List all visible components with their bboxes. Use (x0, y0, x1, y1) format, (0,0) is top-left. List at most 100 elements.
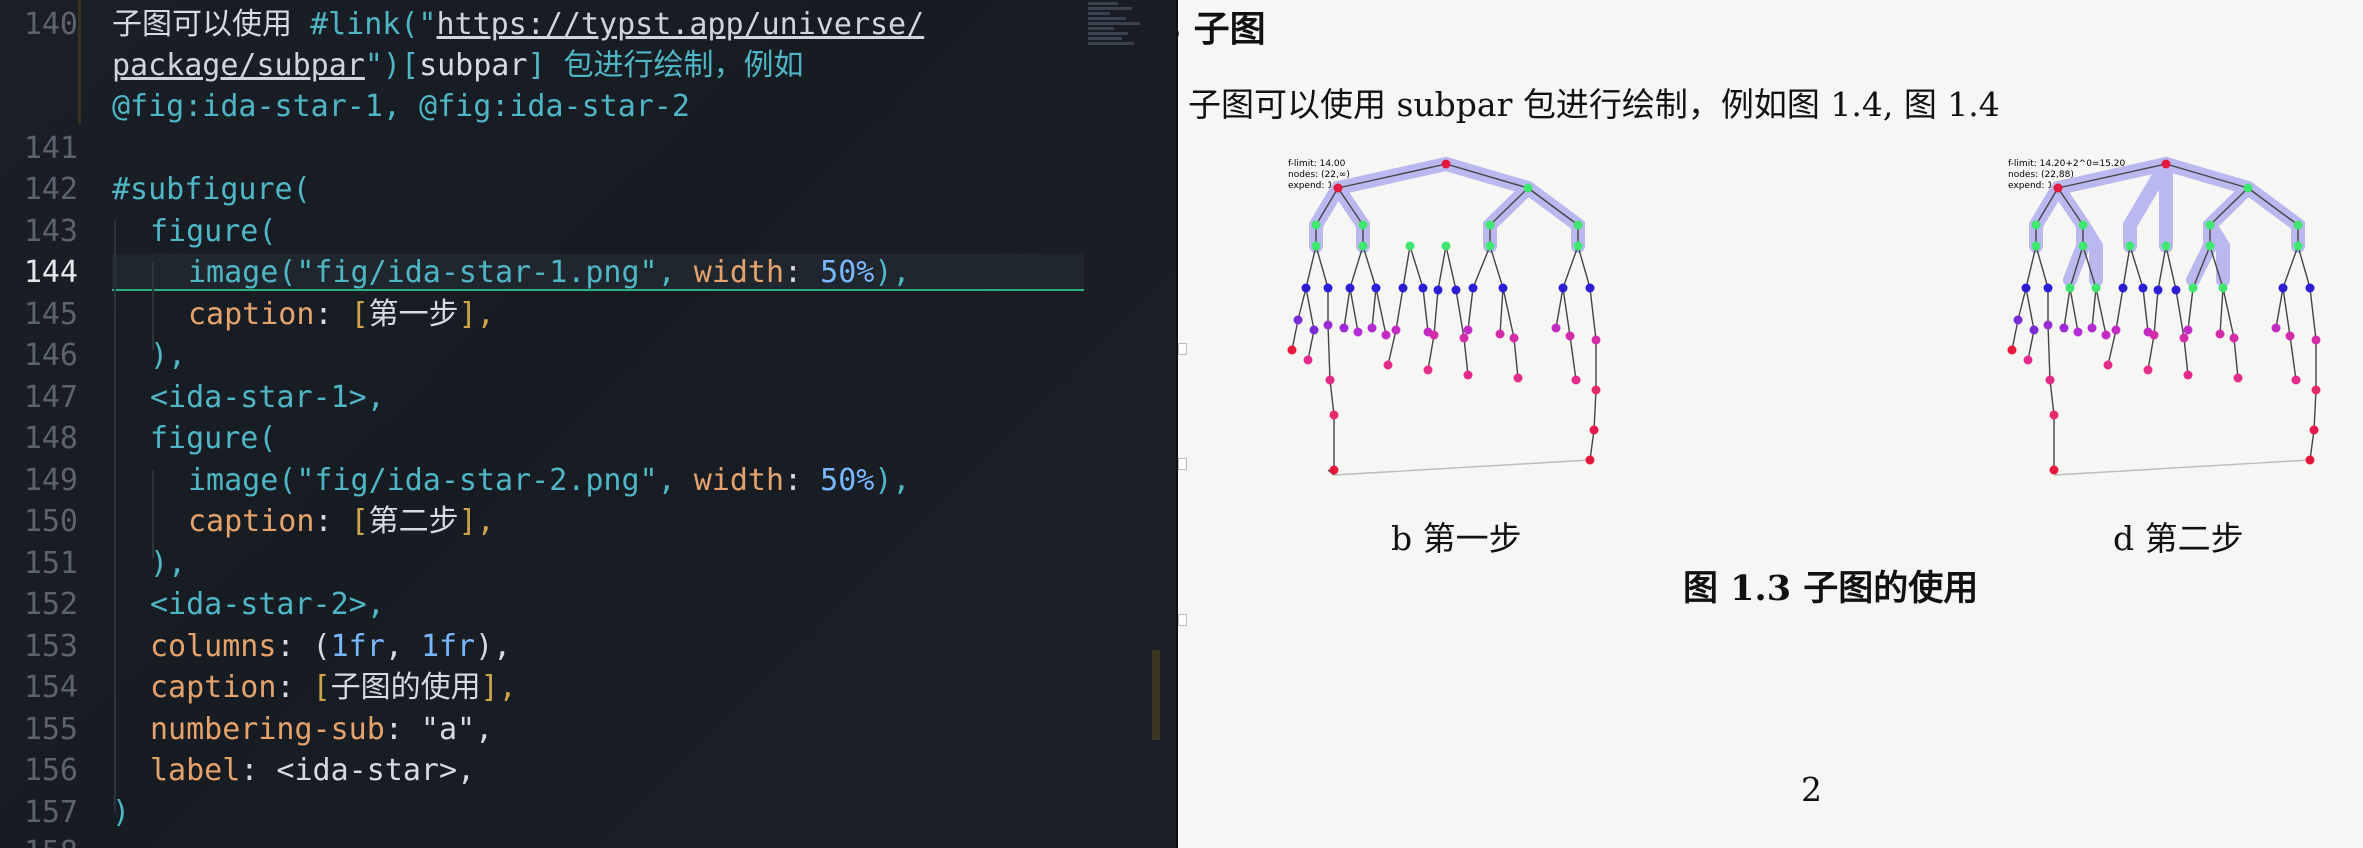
code-text: 子图的使用 (330, 670, 481, 705)
code-keyword: ), (150, 546, 187, 581)
code-line[interactable]: caption: [第一步], (188, 298, 495, 332)
code-line[interactable]: columns: (1fr, 1fr), (150, 630, 511, 664)
scroll-marker (1178, 458, 1187, 470)
code-number: 1fr (330, 629, 385, 664)
line-number: 154 (23, 670, 78, 705)
code-line[interactable]: numbering-sub: "a", (150, 713, 493, 747)
code-number: 1fr (420, 629, 476, 664)
code-field: width (693, 463, 785, 498)
subfigure-caption: d 第二步 (2113, 519, 2244, 558)
code-line[interactable]: #subfigure( (112, 173, 311, 207)
code-keyword: image("fig/ida-star-1.png", (188, 255, 694, 290)
figure-stat: nodes: (22,88) (2008, 170, 2074, 180)
code-keyword: #subfigure( (112, 172, 311, 207)
code-line[interactable]: figure( (150, 422, 276, 456)
code-label: <ida-star-1>, (150, 380, 385, 415)
code-text: : "a", (384, 712, 494, 747)
code-line[interactable]: <ida-star-1>, (150, 381, 385, 415)
search-tree-image: f-limit: 14.00 nodes: (22,∞) expend: 12 (1287, 157, 1601, 476)
code-field: width (693, 255, 785, 290)
code-line[interactable]: package/subpar")[subpar] 包进行绘制，例如 (112, 49, 804, 83)
line-number: 152 (23, 587, 78, 622)
line-number: 150 (23, 504, 78, 539)
line-number: 155 (23, 712, 78, 747)
line-number-active: 144 (23, 255, 78, 290)
code-line[interactable]: label: <ida-star>, (150, 754, 475, 788)
code-line[interactable]: @fig:ida-star-1, @fig:ida-star-2 (112, 90, 690, 124)
code-line[interactable]: <ida-star-2>, (150, 588, 385, 622)
code-keyword: ), (874, 463, 911, 498)
line-number: 148 (23, 421, 78, 456)
code-keyword: #link(" (310, 7, 437, 42)
scroll-marker (1178, 614, 1187, 626)
indent-guide (152, 262, 154, 350)
code-text: ), (475, 629, 512, 664)
code-line[interactable]: 子图可以使用 #link("https://typst.app/universe… (112, 8, 924, 42)
line-number: 140 (23, 7, 78, 42)
code-keyword: ] 包进行绘制，例如 (527, 48, 804, 83)
code-editor[interactable]: 140 141 142 143 144 145 146 147 148 149 … (0, 0, 1176, 848)
scroll-marker (1178, 343, 1187, 355)
figure-stat: f-limit: 14.20+2^0=15.20 (2008, 159, 2125, 169)
code-field: numbering-sub (150, 712, 385, 747)
code-line[interactable]: figure( (150, 215, 276, 249)
code-bracket: ], (458, 504, 495, 539)
code-keyword: ), (874, 255, 911, 290)
minimap[interactable] (1088, 0, 1148, 80)
code-field: caption (188, 504, 315, 539)
line-number: 151 (23, 546, 78, 581)
highlight-path (2029, 157, 2305, 287)
wrap-indicator (78, 0, 81, 124)
line-number: 158 (0, 836, 78, 848)
code-line[interactable]: ), (150, 547, 186, 581)
figure-stat: f-limit: 14.00 (1288, 159, 1346, 169)
code-field: label (150, 753, 241, 788)
code-keyword: ")[ (364, 48, 420, 83)
code-text: 子图可以使用 (112, 7, 311, 42)
line-number: 156 (23, 753, 78, 788)
indent-guide (152, 470, 154, 558)
line-number: 141 (23, 131, 78, 166)
code-link[interactable]: https://typst.app/universe/ (437, 7, 925, 42)
line-number: 142 (23, 172, 78, 207)
code-bracket: ], (480, 670, 517, 705)
code-text: : (784, 463, 821, 498)
code-number: 50% (820, 255, 875, 290)
code-bracket: [ (350, 504, 369, 539)
figure-stat: nodes: (22,∞) (1288, 170, 1350, 180)
code-text: : <ida-star>, (240, 753, 476, 788)
highlight-path (1309, 157, 1585, 253)
code-line-active[interactable]: image("fig/ida-star-1.png", width: 50%), (188, 256, 910, 290)
code-keyword: image("fig/ida-star-2.png", (188, 463, 694, 498)
code-text: , (384, 629, 421, 664)
code-line[interactable]: ) (112, 796, 130, 830)
line-number: 143 (23, 214, 78, 249)
subfigure-2: f-limit: 14.20+2^0=15.20 nodes: (22,88) … (1998, 150, 2338, 500)
subfigure-1: f-limit: 14.00 nodes: (22,∞) expend: 12 (1278, 150, 1618, 500)
code-field: caption (188, 297, 315, 332)
code-keyword: figure( (150, 421, 277, 456)
code-field: columns (150, 629, 277, 664)
code-text: : (314, 504, 351, 539)
code-keyword: figure( (150, 214, 277, 249)
code-bracket: [ (312, 670, 331, 705)
code-keyword: ), (150, 338, 187, 373)
code-text: : (276, 670, 313, 705)
code-text: : (314, 297, 351, 332)
code-line[interactable]: image("fig/ida-star-2.png", width: 50%), (188, 464, 910, 498)
code-ref: @fig:ida-star-1, @fig:ida-star-2 (112, 89, 690, 124)
code-text: 第二步 (368, 504, 459, 539)
code-text: 第一步 (368, 297, 459, 332)
indent-guide (114, 220, 116, 812)
code-line[interactable]: caption: [第二步], (188, 505, 495, 539)
scrollbar-thumb[interactable] (1152, 650, 1160, 740)
code-line[interactable]: ), (150, 339, 186, 373)
document-preview[interactable]: 3 子图 子图可以使用 subpar 包进行绘制，例如图 1.4, 图 1.4 … (1178, 0, 2363, 848)
figure-caption: 图 1.3 子图的使用 (1683, 568, 1979, 609)
code-bracket: [ (350, 297, 369, 332)
code-link[interactable]: package/subpar (112, 48, 365, 83)
code-number: 50% (820, 463, 875, 498)
subfigure-caption: b 第一步 (1391, 519, 1522, 558)
code-line[interactable]: caption: [子图的使用], (150, 671, 517, 705)
code-bracket: ], (458, 297, 495, 332)
